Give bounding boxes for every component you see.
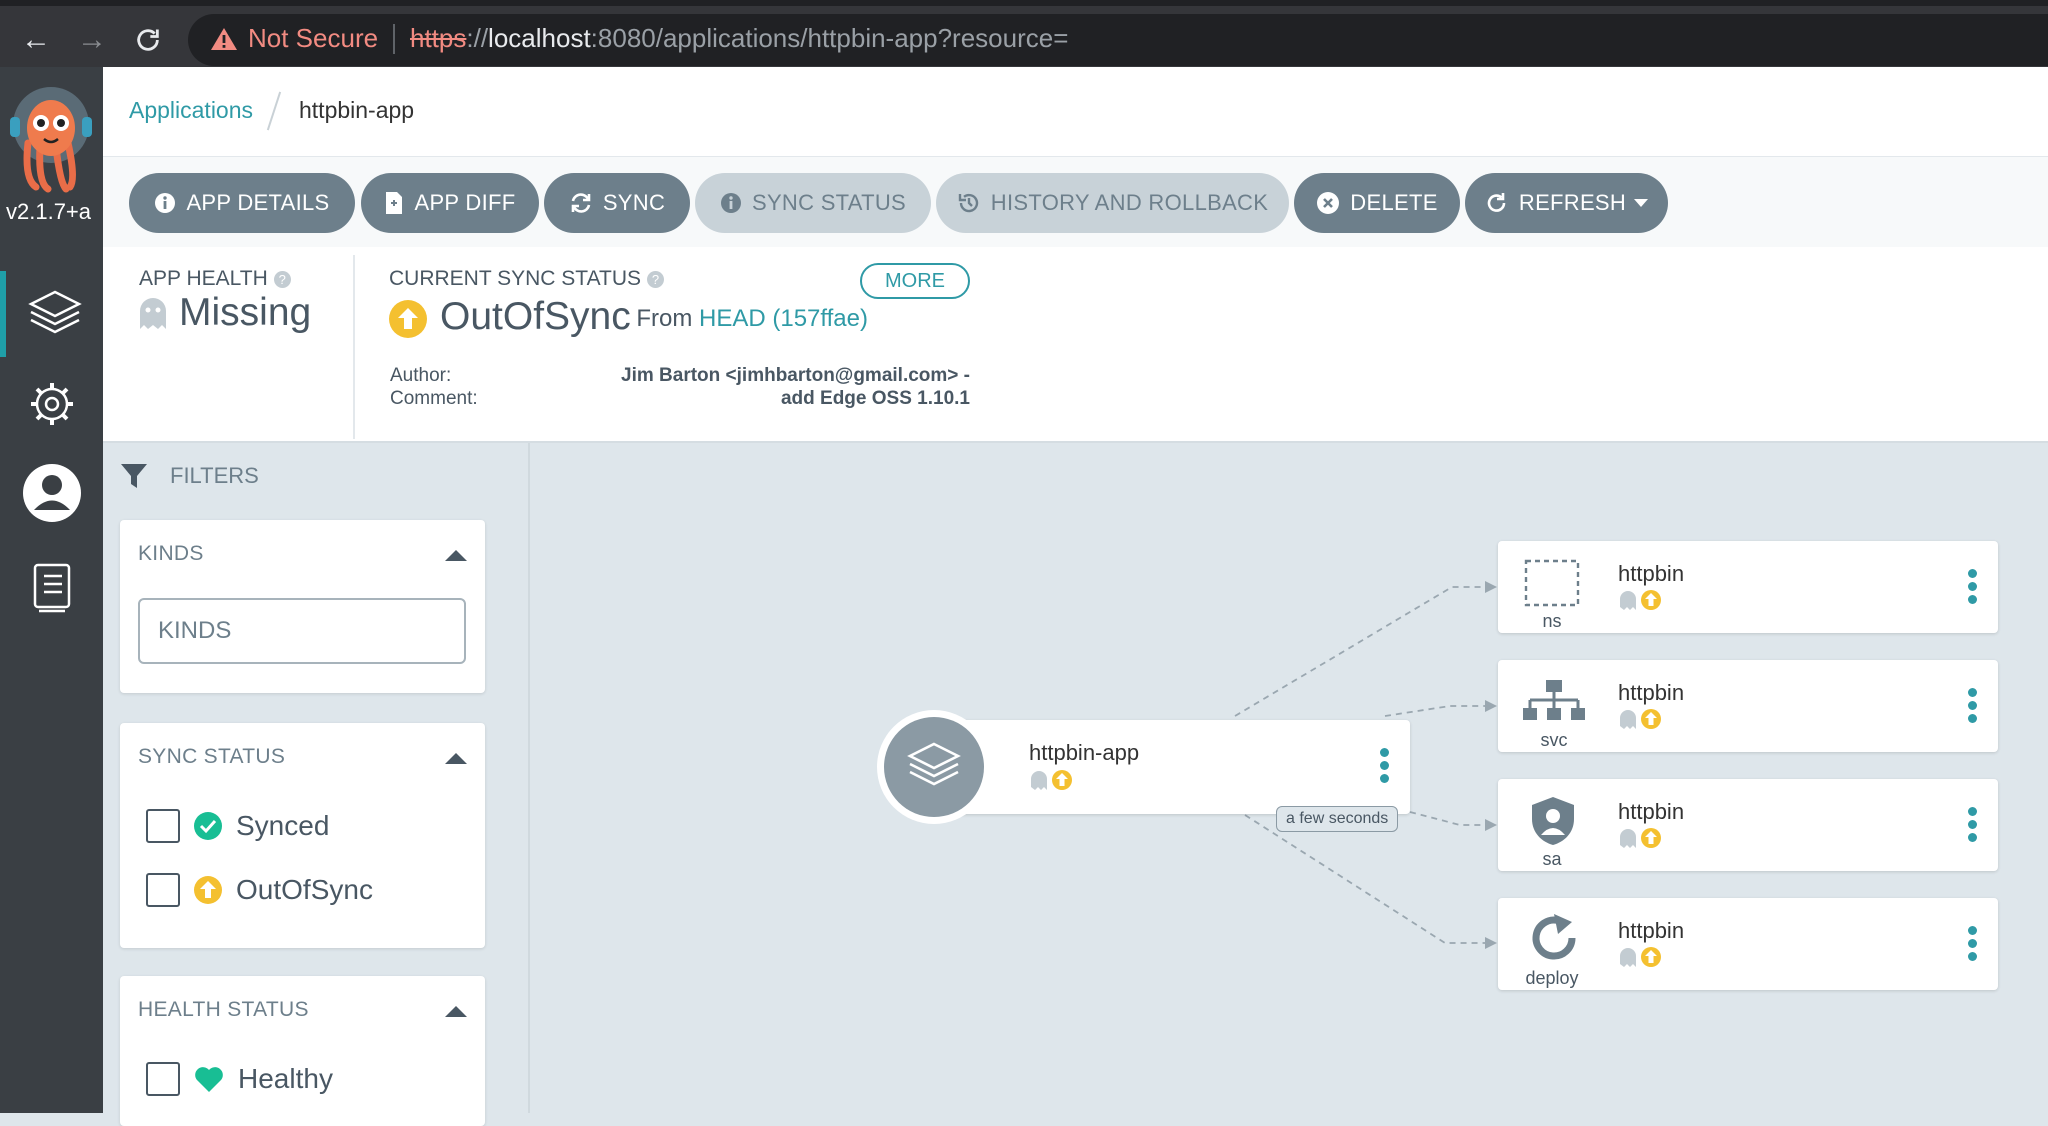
resource-kind: svc [1540, 730, 1568, 750]
deployment-icon [1532, 914, 1576, 960]
edge-to-sa [1409, 811, 1485, 826]
node-menu-icon[interactable] [1380, 748, 1390, 787]
node-status-icons [1620, 947, 1661, 967]
app-node[interactable]: httpbin-app [930, 720, 1410, 814]
sync-age-badge: a few seconds [1276, 806, 1399, 832]
node-status-icons [1620, 828, 1661, 848]
service-icon [1523, 680, 1585, 720]
resource-name: httpbin [1618, 680, 1685, 705]
resource-node-ns[interactable]: ns httpbin [1498, 541, 1998, 633]
node-menu-icon[interactable] [1968, 688, 1978, 727]
resource-name: httpbin [1618, 799, 1685, 824]
resource-name: httpbin [1618, 918, 1685, 943]
node-menu-icon[interactable] [1968, 569, 1978, 608]
edge-to-svc [1384, 705, 1485, 717]
service-account-icon [1532, 797, 1574, 845]
resource-node-deploy[interactable]: deploy httpbin [1498, 898, 1998, 990]
app-node-circle[interactable] [875, 708, 993, 826]
resource-kind: sa [1542, 849, 1562, 869]
node-menu-icon[interactable] [1968, 807, 1978, 846]
node-status-icons [1031, 770, 1072, 790]
resource-kind: ns [1542, 611, 1562, 631]
resource-name: httpbin [1618, 561, 1685, 586]
node-menu-icon[interactable] [1968, 926, 1978, 965]
namespace-icon [1524, 559, 1580, 607]
resource-kind: deploy [1525, 968, 1579, 988]
resource-node-svc[interactable]: svc httpbin [1498, 660, 1998, 752]
app-node-name: httpbin-app [1029, 740, 1140, 765]
edge-to-ns [1234, 586, 1485, 717]
node-status-icons [1620, 590, 1661, 610]
edge-to-deploy [1244, 814, 1485, 944]
resource-node-sa[interactable]: sa httpbin [1498, 779, 1998, 871]
node-status-icons [1620, 709, 1661, 729]
